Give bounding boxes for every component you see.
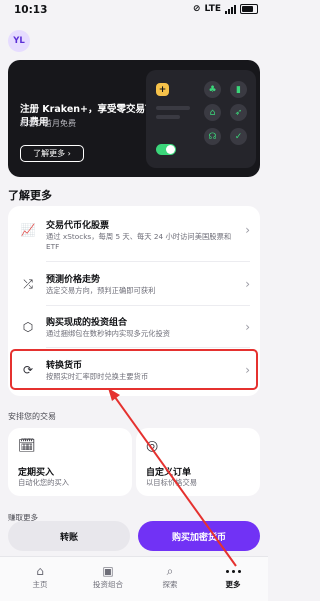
search-icon: ⌕ (166, 564, 174, 578)
tab-label: 主页 (32, 580, 48, 589)
tile-custom-order[interactable]: ◎ 自定义订单 以目标价格交易 (136, 428, 260, 496)
item-title: 购买现成的投资组合 (46, 318, 128, 328)
tile-title: 自定义订单 (146, 468, 192, 478)
buy-crypto-button[interactable]: 购买加密货币 (138, 521, 260, 551)
learn-more-title: 了解更多 (8, 189, 52, 202)
art-line (156, 106, 190, 110)
more-icon (205, 563, 261, 579)
divider (46, 347, 250, 348)
network-label: LTE (204, 4, 221, 14)
portfolio-icon: ⬡ (22, 320, 34, 334)
tab-more[interactable]: 更多 (205, 563, 261, 590)
divider (46, 261, 250, 262)
item-tokenized-stocks[interactable]: 📈 交易代币化股票 通过 xStocks，每周 5 天、每天 24 小时访问美国… (8, 209, 260, 255)
promo-subtitle: 新客户首月免费 (20, 119, 76, 128)
target-icon: ◎ (146, 438, 159, 454)
item-desc: 通过捆绑包在数秒钟内实现多元化投资 (46, 329, 171, 338)
tab-label: 探索 (162, 580, 178, 589)
item-buy-portfolio[interactable]: ⬡ 购买现成的投资组合 通过捆绑包在数秒钟内实现多元化投资 › (8, 306, 260, 352)
signal-icon (225, 4, 236, 14)
item-predict-price[interactable]: ⤮ 预测价格走势 选定交易方向，预判正确即可获利 › (8, 263, 260, 309)
bank-icon: ⌂ (204, 104, 221, 121)
rocket-icon: ➶ (230, 104, 247, 121)
kraken-plus-badge-icon: + (156, 83, 169, 96)
tab-label: 更多 (225, 580, 241, 589)
item-desc: 通过 xStocks，每周 5 天、每天 24 小时访问美国股票和 ETF (46, 232, 232, 251)
tab-bar: ⌂ 主页 ▣ 投资组合 ⌕ 探索 更多 (0, 556, 268, 601)
split-arrows-icon: ⤮ (23, 276, 33, 291)
bar-chart-icon: ▮ (230, 81, 247, 98)
battery-icon (240, 4, 258, 14)
tile-title: 定期买入 (18, 468, 55, 478)
chevron-right-icon: › (245, 223, 250, 237)
avatar[interactable]: YL (8, 30, 30, 52)
document-check-icon: ✓ (230, 128, 247, 145)
tab-explore[interactable]: ⌕ 探索 (142, 563, 198, 590)
sprout-icon: ♣ (204, 81, 221, 98)
arrange-title: 安排您的交易 (8, 412, 56, 421)
mute-icon: ⊘ (192, 4, 201, 14)
tile-recurring-buy[interactable]: 🗓 定期买入 自动化您的买入 (8, 428, 132, 496)
chevron-right-icon: › (245, 277, 250, 291)
status-bar: 10:13 ⊘ LTE (0, 0, 268, 22)
tab-portfolio[interactable]: ▣ 投资组合 (80, 563, 136, 590)
status-icons: ⊘ LTE (193, 4, 258, 14)
chevron-right-icon: › (245, 320, 250, 334)
art-line (156, 115, 180, 119)
transfer-button[interactable]: 转账 (8, 521, 130, 551)
item-desc: 选定交易方向，预判正确即可获利 (46, 286, 156, 295)
chart-icon: 📈 (20, 223, 36, 237)
status-time: 10:13 (14, 4, 48, 16)
item-title: 交易代币化股票 (46, 221, 110, 231)
highlight-box (10, 349, 258, 390)
headset-icon: ☊ (204, 128, 221, 145)
calendar-icon: 🗓 (18, 438, 36, 454)
toggle-icon (156, 144, 176, 155)
learn-more-button[interactable]: 了解更多 › (20, 145, 84, 162)
promo-card[interactable]: 注册 Kraken+，享受零交易首月费用 新客户首月免费 了解更多 › + ♣ … (8, 60, 260, 177)
tile-desc: 以目标价格交易 (146, 478, 198, 487)
portfolio-icon: ▣ (102, 564, 114, 578)
promo-illustration: + ♣ ▮ ⌂ ➶ ☊ ✓ (146, 70, 256, 168)
tile-desc: 自动化您的买入 (18, 478, 70, 487)
home-icon: ⌂ (36, 564, 44, 578)
item-title: 预测价格走势 (46, 275, 101, 285)
tab-home[interactable]: ⌂ 主页 (12, 563, 68, 590)
tab-label: 投资组合 (93, 580, 123, 589)
